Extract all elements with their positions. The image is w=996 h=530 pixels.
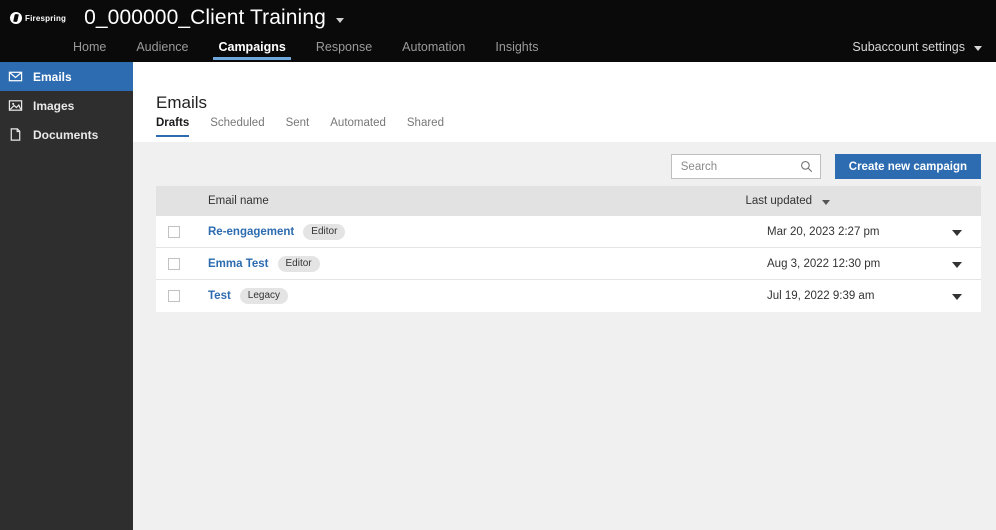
column-header-email-name[interactable]: Email name xyxy=(208,195,269,207)
nav-item-automation[interactable]: Automation xyxy=(387,36,480,58)
row-actions-chevron-down-icon[interactable] xyxy=(952,294,962,300)
sidebar-item-images-label: Images xyxy=(33,98,75,113)
table-row[interactable]: Emma Test Editor Aug 3, 2022 12:30 pm xyxy=(156,248,981,280)
row-actions-chevron-down-icon[interactable] xyxy=(952,262,962,268)
content-header: Emails Drafts Scheduled Sent Automated S… xyxy=(133,62,996,142)
primary-nav: Home Audience Campaigns Response Automat… xyxy=(58,36,553,62)
brand-row: Firespring 0_000000_Client Training xyxy=(0,0,996,36)
row-last-updated: Aug 3, 2022 12:30 pm xyxy=(767,258,881,270)
sidebar-item-documents-label: Documents xyxy=(33,127,99,142)
sidebar-item-documents[interactable]: Documents xyxy=(0,120,133,149)
status-badge: Editor xyxy=(303,223,346,240)
sidebar-item-emails-label: Emails xyxy=(33,69,72,84)
nav-item-campaigns[interactable]: Campaigns xyxy=(203,36,300,60)
document-icon xyxy=(8,127,23,142)
column-header-last-updated-label: Last updated xyxy=(745,195,812,207)
nav-item-audience[interactable]: Audience xyxy=(121,36,203,58)
sidebar: Emails Images Documents xyxy=(0,62,133,530)
sidebar-item-images[interactable]: Images xyxy=(0,91,133,120)
search-icon xyxy=(800,160,813,173)
row-checkbox[interactable] xyxy=(168,257,180,270)
tab-automated[interactable]: Automated xyxy=(330,117,400,137)
firespring-logo-text: Firespring xyxy=(25,13,67,23)
chevron-down-icon xyxy=(974,45,982,51)
row-checkbox[interactable] xyxy=(168,225,180,238)
row-last-updated: Mar 20, 2023 2:27 pm xyxy=(767,226,880,238)
row-name-cell: Test Legacy xyxy=(208,288,289,304)
status-badge: Legacy xyxy=(239,288,289,304)
top-bar: Firespring 0_000000_Client Training Home… xyxy=(0,0,996,62)
nav-item-home[interactable]: Home xyxy=(58,36,121,58)
tab-scheduled[interactable]: Scheduled xyxy=(210,117,278,137)
table-header-row: Email name Last updated xyxy=(156,186,981,216)
row-name-cell: Re-engagement Editor xyxy=(208,223,346,240)
emails-table: Email name Last updated Re-engagement Ed… xyxy=(156,186,981,312)
search-box[interactable] xyxy=(670,154,821,179)
create-new-campaign-button[interactable]: Create new campaign xyxy=(834,154,981,179)
nav-item-insights[interactable]: Insights xyxy=(480,36,553,58)
search-input[interactable] xyxy=(678,155,799,178)
email-tabs: Drafts Scheduled Sent Automated Shared xyxy=(156,117,465,137)
column-header-last-updated[interactable]: Last updated xyxy=(745,195,830,207)
nav-item-response[interactable]: Response xyxy=(301,36,387,58)
primary-nav-row: Home Audience Campaigns Response Automat… xyxy=(0,36,996,62)
table-row[interactable]: Re-engagement Editor Mar 20, 2023 2:27 p… xyxy=(156,216,981,248)
email-name-link[interactable]: Emma Test xyxy=(208,258,269,270)
account-title: 0_000000_Client Training xyxy=(84,6,326,29)
list-toolbar: Create new campaign xyxy=(670,154,981,179)
tab-drafts[interactable]: Drafts xyxy=(156,117,203,137)
page-title: Emails xyxy=(156,93,208,113)
image-icon xyxy=(8,98,23,113)
table-row[interactable]: Test Legacy Jul 19, 2022 9:39 am xyxy=(156,280,981,312)
subaccount-settings-menu[interactable]: Subaccount settings xyxy=(852,36,982,58)
subaccount-settings-label: Subaccount settings xyxy=(852,40,965,54)
sort-descending-icon xyxy=(822,199,830,205)
row-name-cell: Emma Test Editor xyxy=(208,255,320,272)
email-name-link[interactable]: Test xyxy=(208,290,231,302)
envelope-icon xyxy=(8,69,23,84)
tab-shared[interactable]: Shared xyxy=(407,117,458,137)
firespring-logo-mark xyxy=(10,12,22,24)
email-name-link[interactable]: Re-engagement xyxy=(208,226,294,238)
sidebar-item-emails[interactable]: Emails xyxy=(0,62,133,91)
tab-sent[interactable]: Sent xyxy=(286,117,324,137)
main-content: Emails Drafts Scheduled Sent Automated S… xyxy=(133,62,996,530)
row-actions-chevron-down-icon[interactable] xyxy=(952,230,962,236)
account-chevron-down-icon[interactable] xyxy=(335,17,344,23)
status-badge: Editor xyxy=(277,255,320,272)
row-checkbox[interactable] xyxy=(168,290,180,302)
row-last-updated: Jul 19, 2022 9:39 am xyxy=(767,290,875,302)
firespring-logo[interactable]: Firespring xyxy=(10,12,66,24)
